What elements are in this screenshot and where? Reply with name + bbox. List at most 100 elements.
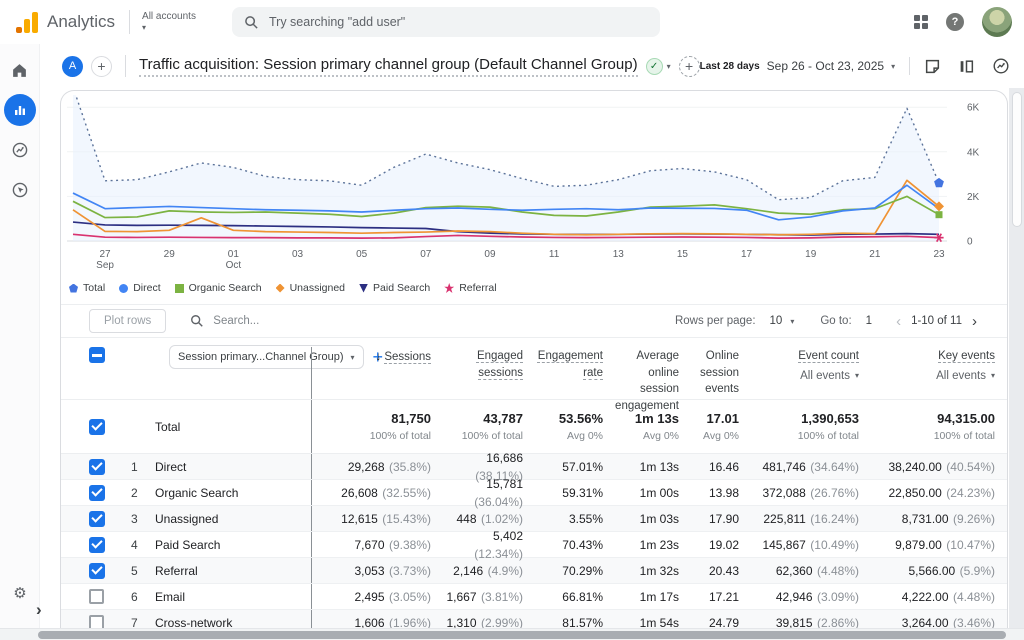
svg-text:4K: 4K [967, 147, 980, 158]
horizontal-scrollbar[interactable] [0, 628, 1024, 640]
svg-text:11: 11 [549, 249, 560, 260]
column-header-sessions[interactable]: ↓Sessions [315, 348, 443, 366]
nav-explore-icon[interactable] [4, 134, 36, 166]
table-header-row: Session primary...Channel Group) ▾ + ↓Se… [61, 338, 1007, 400]
legend-item-referral[interactable]: Referral [444, 282, 496, 294]
row-checkbox[interactable] [89, 485, 105, 501]
goto-page-input[interactable]: 1 [866, 315, 872, 327]
chevron-down-icon: ▾ [855, 370, 859, 382]
next-page-icon[interactable]: › [972, 314, 977, 329]
channel-name[interactable]: Paid Search [155, 538, 311, 552]
divider [125, 55, 126, 77]
traffic-chart[interactable]: 02K4K6K27Sep2901Oct030507091113151719212… [63, 95, 1003, 273]
prev-page-icon[interactable]: ‹ [896, 314, 901, 329]
paid-search-marker-icon [359, 284, 368, 293]
select-all-checkbox[interactable] [89, 347, 105, 363]
svg-text:Sep: Sep [96, 260, 114, 271]
date-range-text: Sep 26 - Oct 23, 2025 [767, 59, 884, 73]
admin-gear-icon[interactable]: ⚙ [0, 584, 40, 602]
svg-text:15: 15 [677, 249, 689, 260]
goto-label: Go to: [820, 315, 851, 327]
column-header-engaged-sessions[interactable]: Engaged sessions [443, 348, 535, 381]
rows-per-page-label: Rows per page: [675, 315, 756, 327]
column-header-online-session-events[interactable]: Online session events [691, 348, 751, 398]
row-number: 3 [119, 512, 155, 526]
channel-name[interactable]: Referral [155, 564, 311, 578]
report-title[interactable]: Traffic acquisition: Session primary cha… [139, 56, 638, 77]
search-icon [190, 314, 204, 328]
row-checkbox[interactable] [89, 537, 105, 553]
nav-advertising-icon[interactable] [4, 174, 36, 206]
nav-expand-button[interactable]: › [36, 600, 42, 620]
main-content: A + Traffic acquisition: Session primary… [40, 44, 1024, 628]
chevron-down-icon[interactable]: ▾ [790, 317, 794, 326]
total-checkbox[interactable] [89, 419, 105, 435]
title-menu-caret-icon[interactable]: ▾ [667, 62, 671, 71]
legend-item-paid-search[interactable]: Paid Search [359, 282, 430, 294]
rows-per-page-select[interactable]: 10 [770, 315, 783, 327]
organic-search-marker-icon [175, 284, 184, 293]
channel-name[interactable]: Unassigned [155, 512, 311, 526]
direct-marker-icon [119, 284, 128, 293]
apps-grid-icon[interactable] [914, 15, 928, 29]
total-marker-icon [69, 284, 78, 293]
help-icon[interactable]: ? [946, 13, 964, 31]
row-number: 7 [119, 616, 155, 629]
row-checkbox[interactable] [89, 459, 105, 475]
user-avatar[interactable] [982, 7, 1012, 37]
divider [129, 10, 130, 34]
channel-name[interactable]: Direct [155, 460, 311, 474]
table-row: 7 Cross-network 1,606 (1.96%) 1,310 (2.9… [61, 610, 1007, 628]
global-search-input[interactable]: Try searching "add user" [232, 7, 660, 37]
table-search-input[interactable]: Search... [190, 314, 259, 328]
notes-icon[interactable] [924, 58, 941, 75]
left-nav: ⚙ [0, 44, 40, 628]
account-switcher[interactable]: All accounts ▾ [142, 11, 196, 33]
row-checkbox[interactable] [89, 615, 104, 628]
legend-item-direct[interactable]: Direct [119, 282, 160, 294]
svg-text:Oct: Oct [226, 260, 242, 271]
add-report-button[interactable]: + [679, 56, 700, 77]
vertical-scrollbar-thumb[interactable] [1012, 92, 1022, 227]
top-app-bar: Analytics All accounts ▾ Try searching "… [0, 0, 1024, 44]
plot-rows-button[interactable]: Plot rows [89, 309, 166, 333]
svg-text:17: 17 [741, 249, 753, 260]
report-card: 02K4K6K27Sep2901Oct030507091113151719212… [60, 90, 1008, 628]
row-checkbox[interactable] [89, 511, 105, 527]
nav-reports-icon[interactable] [4, 94, 36, 126]
vertical-scrollbar[interactable] [1009, 88, 1024, 628]
column-header-event-count[interactable]: Event count All events▾ [751, 348, 871, 384]
channel-name[interactable]: Organic Search [155, 486, 311, 500]
insights-icon[interactable] [992, 57, 1010, 75]
row-checkbox[interactable] [89, 589, 104, 604]
date-range-picker[interactable]: Last 28 days Sep 26 - Oct 23, 2025 ▾ [700, 59, 895, 73]
row-number: 4 [119, 538, 155, 552]
accounts-label: All accounts [142, 11, 196, 23]
svg-text:21: 21 [869, 249, 881, 260]
row-checkbox[interactable] [89, 563, 105, 579]
pagination-range: 1-10 of 11 [911, 315, 962, 327]
key-events-filter[interactable]: All events▾ [871, 368, 995, 385]
table-row: 5 Referral 3,053 (3.73%) 2,146 (4.9%) 70… [61, 558, 1007, 584]
horizontal-scrollbar-thumb[interactable] [38, 631, 1006, 639]
table-row: 4 Paid Search 7,670 (9.38%) 5,402 (12.34… [61, 532, 1007, 558]
chevron-down-icon: ▾ [991, 370, 995, 382]
channel-name[interactable]: Cross-network [155, 616, 311, 629]
add-comparison-button[interactable]: + [91, 56, 112, 77]
channel-name[interactable]: Email [155, 590, 311, 604]
svg-text:13: 13 [613, 249, 625, 260]
column-header-engagement-rate[interactable]: Engagement rate [535, 348, 615, 381]
column-header-key-events[interactable]: Key events All events▾ [871, 348, 1007, 384]
analytics-logo-icon [16, 11, 38, 33]
legend-item-total[interactable]: Total [69, 282, 105, 294]
table-total-row: Total 81,750100% of total 43,787100% of … [61, 400, 1007, 454]
svg-text:19: 19 [805, 249, 817, 260]
event-count-filter[interactable]: All events▾ [751, 368, 859, 385]
nav-home-icon[interactable] [4, 54, 36, 86]
compare-icon[interactable] [958, 58, 975, 75]
comparison-chip[interactable]: A [62, 56, 83, 77]
svg-text:09: 09 [484, 249, 496, 260]
unassigned-marker-icon [276, 284, 285, 293]
legend-item-unassigned[interactable]: Unassigned [276, 282, 345, 294]
legend-item-organic-search[interactable]: Organic Search [175, 282, 262, 294]
